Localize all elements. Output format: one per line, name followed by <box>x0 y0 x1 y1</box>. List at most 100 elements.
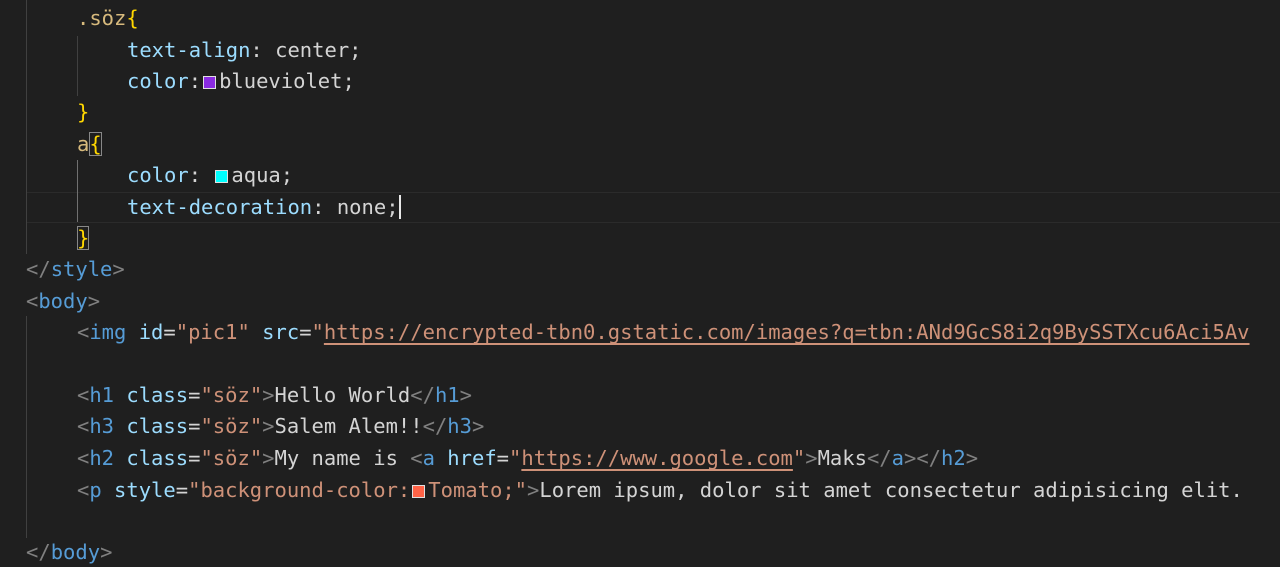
css-property: text-align <box>127 38 251 62</box>
quote: " <box>249 383 263 407</box>
html-attribute: href <box>447 446 497 470</box>
html-attribute: id <box>138 320 164 344</box>
code-line-current[interactable]: text-decoration: none; <box>127 192 1280 223</box>
url-link[interactable]: https://www.google.com <box>521 446 793 470</box>
equals: = <box>163 320 176 344</box>
css-property: text-decoration <box>127 195 313 219</box>
code-line[interactable]: <h2 class="söz">My name is <a href="http… <box>77 443 1280 474</box>
code-line[interactable]: <img id="pic1" src="https://encrypted-tb… <box>77 317 1280 348</box>
css-property: color <box>127 163 189 187</box>
open-brace: { <box>89 132 102 156</box>
equals: = <box>188 446 201 470</box>
css-value: none <box>336 195 387 219</box>
code-line[interactable]: color: blueviolet; <box>127 66 1280 97</box>
equals: = <box>188 414 201 438</box>
css-property: color <box>127 69 189 93</box>
code-line[interactable]: </body> <box>26 537 1280 567</box>
attribute-value: söz <box>212 414 250 438</box>
html-tag: h2 <box>941 446 966 470</box>
html-attribute: src <box>262 320 300 344</box>
html-tag: p <box>89 478 102 502</box>
html-attribute: class <box>126 414 189 438</box>
colon: : <box>312 195 337 219</box>
html-tag: h1 <box>89 383 115 407</box>
html-tag: a <box>891 446 904 470</box>
code-line[interactable]: } <box>77 97 1280 128</box>
url-link[interactable]: https://encrypted-tbn0.gstatic.com/image… <box>324 320 1250 344</box>
tag-bracket: > <box>112 257 125 281</box>
element-text: Lorem ipsum, dolor sit amet consectetur … <box>539 478 1243 502</box>
element-text: My name is <box>274 446 411 470</box>
attribute-value: Tomato; <box>428 478 515 502</box>
tag-bracket: < <box>26 289 39 313</box>
close-brace: } <box>77 100 90 124</box>
code-line[interactable]: color: aqua; <box>127 160 1280 191</box>
code-editor[interactable]: .söz{ text-align: center; color: blueviol… <box>0 0 1280 567</box>
quote: " <box>175 320 189 344</box>
html-tag: a <box>422 446 435 470</box>
tag-bracket: > <box>262 414 275 438</box>
tag-bracket: > <box>805 446 818 470</box>
quote: " <box>509 446 522 470</box>
indent-guide <box>26 316 27 538</box>
code-line[interactable]: a{ <box>77 129 1280 160</box>
quote: " <box>200 383 213 407</box>
tag-bracket: < <box>77 320 90 344</box>
code-line[interactable]: <p style="background-color: Tomato;">Lore… <box>77 475 1280 506</box>
text-cursor <box>398 195 401 219</box>
quote: " <box>514 478 528 502</box>
tag-bracket: </ <box>422 414 448 438</box>
code-line[interactable]: </style> <box>26 254 1280 285</box>
html-attribute: class <box>126 446 189 470</box>
html-tag: h1 <box>434 383 460 407</box>
tag-bracket: > <box>87 289 101 313</box>
semicolon: ; <box>342 69 355 93</box>
quote: " <box>237 320 250 344</box>
code-line[interactable]: <h3 class="söz">Salem Alem!!</h3> <box>77 411 1280 442</box>
tag-bracket: </ <box>866 446 892 470</box>
code-line[interactable]: .söz{ <box>77 3 1280 34</box>
html-tag: h2 <box>89 446 115 470</box>
color-swatch-icon[interactable] <box>215 170 229 183</box>
close-brace: } <box>77 226 90 250</box>
colon: : <box>188 163 214 187</box>
attribute-value: söz <box>212 446 250 470</box>
quote: " <box>311 320 324 344</box>
html-tag: h3 <box>89 414 115 438</box>
code-line[interactable]: <h1 class="söz">Hello World</h1> <box>77 380 1280 411</box>
tag-bracket: < <box>77 478 90 502</box>
tag-bracket: </ <box>26 257 51 281</box>
code-line[interactable]: } <box>77 223 1280 254</box>
tag-bracket: < <box>77 383 90 407</box>
element-text: Salem Alem!! <box>274 414 423 438</box>
quote: " <box>188 478 201 502</box>
quote: " <box>792 446 806 470</box>
quote: " <box>200 414 213 438</box>
tag-bracket: < <box>77 414 90 438</box>
code-line[interactable]: <body> <box>26 286 1280 317</box>
color-swatch-icon[interactable] <box>412 485 426 498</box>
colon: : <box>250 38 276 62</box>
code-line[interactable]: text-align: center; <box>127 35 1280 66</box>
element-text: Hello World <box>274 383 411 407</box>
tag-bracket: > <box>262 383 275 407</box>
quote: " <box>249 446 263 470</box>
tag-bracket: > <box>459 383 472 407</box>
semicolon: ; <box>280 163 294 187</box>
semicolon: ; <box>349 38 362 62</box>
css-selector: .söz <box>77 6 127 30</box>
html-tag: h3 <box>447 414 472 438</box>
tag-bracket: > <box>965 446 979 470</box>
tag-bracket: > <box>471 414 485 438</box>
css-selector: a <box>77 132 90 156</box>
semicolon: ; <box>386 195 399 219</box>
css-value: center <box>275 38 350 62</box>
html-attribute: class <box>126 383 189 407</box>
css-value: blueviolet <box>219 69 343 93</box>
color-swatch-icon[interactable] <box>203 76 217 89</box>
quote: " <box>200 446 213 470</box>
html-attribute: style <box>114 478 176 502</box>
html-tag: img <box>89 320 127 344</box>
css-value: aqua <box>231 163 281 187</box>
tag-bracket: ></ <box>903 446 942 470</box>
